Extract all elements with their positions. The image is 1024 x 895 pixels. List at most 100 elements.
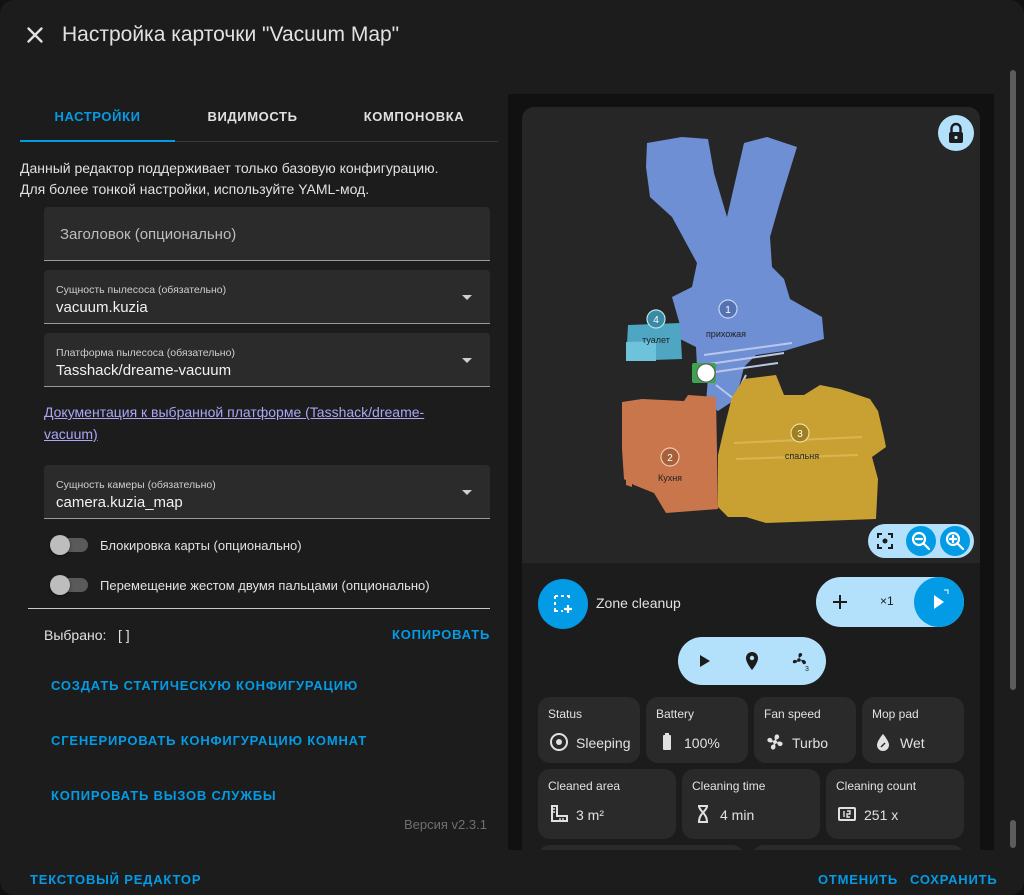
copy-service-call-button[interactable]: КОПИРОВАТЬ ВЫЗОВ СЛУЖБЫ xyxy=(51,788,276,803)
mop-pad-tile[interactable]: Mop pad Wet xyxy=(862,697,964,763)
extra-tile[interactable] xyxy=(752,845,964,850)
copy-selection-button[interactable]: КОПИРОВАТЬ xyxy=(392,627,490,642)
repeat-count[interactable]: ×1 xyxy=(880,594,894,608)
room-1-name: прихожая xyxy=(706,329,746,339)
battery-icon xyxy=(663,733,671,750)
map-lock-label: Блокировка карты (опционально) xyxy=(100,538,302,553)
vacuum-map-card: 1 прихожая 2 Кухня 3 спальня 4 туалет Zo… xyxy=(522,107,980,850)
start-zone-button[interactable] xyxy=(914,577,964,627)
room-2-name: Кухня xyxy=(658,473,682,483)
hourglass-icon xyxy=(698,805,708,823)
room-hallway xyxy=(646,137,824,411)
extra-tile[interactable] xyxy=(538,845,744,850)
vacuum-map[interactable]: 1 прихожая 2 Кухня 3 спальня 4 туалет xyxy=(522,107,980,563)
ruler-square-icon xyxy=(551,805,568,822)
mop-pad-label: Mop pad xyxy=(872,707,919,721)
cleaning-time-label: Cleaning time xyxy=(692,779,766,793)
robot-vacuum-icon xyxy=(550,733,568,751)
fan-speed-tile[interactable]: Fan speed Turbo xyxy=(754,697,856,763)
battery-value: 100% xyxy=(684,735,720,751)
fan-speed-value: Turbo xyxy=(792,735,829,751)
room-bedroom xyxy=(718,375,886,523)
focus-icon[interactable] xyxy=(870,526,900,556)
generate-rooms-config-button[interactable]: СГЕНЕРИРОВАТЬ КОНФИГУРАЦИЮ КОМНАТ xyxy=(51,733,367,748)
fan-speed-icon[interactable]: 3 xyxy=(788,649,812,673)
plus-icon[interactable] xyxy=(828,590,852,614)
map-canvas: 1 прихожая 2 Кухня 3 спальня 4 туалет xyxy=(622,137,886,523)
water-drop-icon xyxy=(877,734,889,751)
info-line-2: Для более тонкой настройки, используйте … xyxy=(20,181,370,197)
status-tile[interactable]: Status Sleeping xyxy=(538,697,640,763)
platform-label: Платформа пылесоса (обязательно) xyxy=(56,347,235,359)
text-editor-button[interactable]: ТЕКСТОВЫЙ РЕДАКТОР xyxy=(30,872,201,887)
selection-value: [ ] xyxy=(118,627,130,643)
status-label: Status xyxy=(548,707,583,721)
battery-tile[interactable]: Battery 100% xyxy=(646,697,748,763)
counter-icon xyxy=(838,807,856,821)
vacuum-controls-pill: 3 xyxy=(678,637,826,685)
vacuum-entity-select[interactable]: Сущность пылесоса (обязательно) vacuum.k… xyxy=(44,270,490,324)
room-3-number: 3 xyxy=(797,429,803,440)
vacuum-entity-label: Сущность пылесоса (обязательно) xyxy=(56,284,227,296)
room-2-number: 2 xyxy=(667,453,673,464)
create-static-config-button[interactable]: СОЗДАТЬ СТАТИЧЕСКУЮ КОНФИГУРАЦИЮ xyxy=(51,678,358,693)
zoom-out-button[interactable] xyxy=(906,526,936,556)
info-line-1: Данный редактор поддерживает только базо… xyxy=(20,160,439,176)
card-preview: 1 прихожая 2 Кухня 3 спальня 4 туалет Zo… xyxy=(508,94,994,850)
cleaning-count-value: 251 x xyxy=(864,807,899,823)
cancel-button[interactable]: ОТМЕНИТЬ xyxy=(818,872,898,887)
camera-entity-value: camera.kuzia_map xyxy=(56,494,183,511)
version-text: Версия v2.3.1 xyxy=(404,817,487,832)
dialog-title: Настройка карточки "Vacuum Map" xyxy=(62,23,400,46)
tab-settings[interactable]: НАСТРОЙКИ xyxy=(20,90,175,142)
fan-icon xyxy=(767,734,783,750)
scrollbar-thumb[interactable] xyxy=(1010,70,1016,690)
map-lock-toggle[interactable] xyxy=(50,535,88,555)
zoom-out-icon xyxy=(911,531,931,551)
two-finger-pan-toggle[interactable] xyxy=(50,575,88,595)
cleaning-count-tile[interactable]: Cleaning count 251 x xyxy=(826,769,964,839)
close-icon[interactable] xyxy=(22,22,48,48)
svg-text:3: 3 xyxy=(805,666,809,673)
vacuum-entity-value: vacuum.kuzia xyxy=(56,299,148,316)
tab-layout[interactable]: КОМПОНОВКА xyxy=(330,90,498,142)
room-4-number: 4 xyxy=(653,315,659,326)
tab-bar: НАСТРОЙКИ ВИДИМОСТЬ КОМПОНОВКА xyxy=(20,90,498,142)
play-icon[interactable] xyxy=(692,649,716,673)
lock-map-button[interactable] xyxy=(938,115,974,151)
tab-visibility[interactable]: ВИДИМОСТЬ xyxy=(175,90,330,142)
room-3-name: спальня xyxy=(785,451,819,461)
select-zone-icon xyxy=(554,595,572,613)
cleaning-time-tile[interactable]: Cleaning time 4 min xyxy=(682,769,820,839)
title-placeholder: Заголовок (опционально) xyxy=(60,226,237,243)
scrollbar[interactable] xyxy=(1008,70,1018,850)
selection-label: Выбрано: xyxy=(44,627,107,643)
room-4-name: туалет xyxy=(642,335,670,345)
battery-label: Battery xyxy=(656,707,695,721)
scrollbar-thumb[interactable] xyxy=(1010,820,1016,848)
divider xyxy=(28,608,490,609)
platform-value: Tasshack/dreame-vacuum xyxy=(56,362,232,379)
cleaned-area-tile[interactable]: Cleaned area 3 m² xyxy=(538,769,676,839)
status-value: Sleeping xyxy=(576,735,631,751)
play-icon xyxy=(934,589,949,609)
chevron-down-icon xyxy=(462,295,472,300)
platform-select[interactable]: Платформа пылесоса (обязательно) Tasshac… xyxy=(44,333,490,387)
chevron-down-icon xyxy=(462,490,472,495)
chevron-down-icon xyxy=(462,358,472,363)
map-controls xyxy=(868,524,974,558)
zoom-in-button[interactable] xyxy=(940,526,970,556)
mop-pad-value: Wet xyxy=(900,735,925,751)
lock-icon xyxy=(949,122,963,143)
dock-icon xyxy=(692,363,716,383)
camera-entity-label: Сущность камеры (обязательно) xyxy=(56,479,216,491)
cleaning-count-label: Cleaning count xyxy=(836,779,917,793)
map-marker-icon[interactable] xyxy=(740,649,764,673)
platform-docs-link[interactable]: Документация к выбранной платформе (Tass… xyxy=(44,401,474,445)
camera-entity-select[interactable]: Сущность камеры (обязательно) camera.kuz… xyxy=(44,465,490,519)
card-config-dialog: Настройка карточки "Vacuum Map" НАСТРОЙК… xyxy=(0,0,1024,895)
save-button[interactable]: СОХРАНИТЬ xyxy=(910,872,998,887)
zoom-in-icon xyxy=(945,531,965,551)
title-field[interactable]: Заголовок (опционально) xyxy=(44,207,490,261)
zone-cleanup-button[interactable] xyxy=(538,579,588,629)
